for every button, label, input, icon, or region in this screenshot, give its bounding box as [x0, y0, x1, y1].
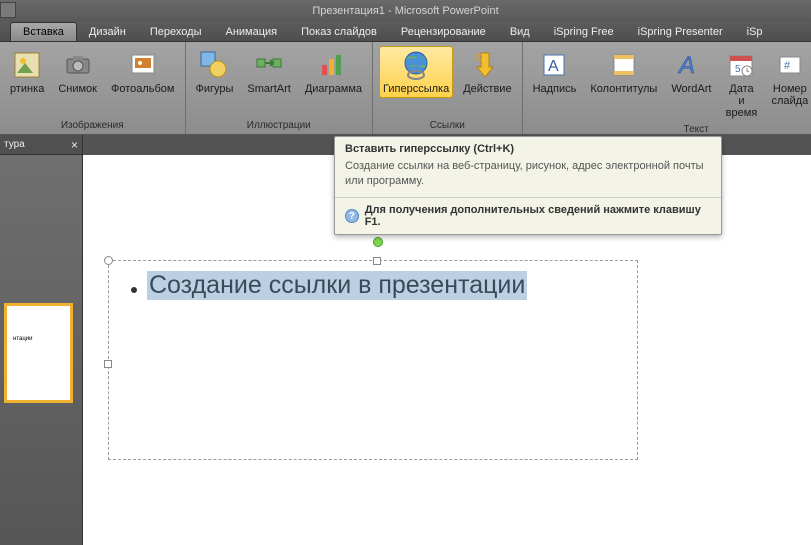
button-photoalbum[interactable]: Фотоальбом — [107, 46, 179, 98]
tab-design[interactable]: Дизайн — [77, 23, 138, 41]
tab-transitions[interactable]: Переходы — [138, 23, 214, 41]
chart-icon — [317, 49, 349, 81]
tab-ispring-free[interactable]: iSpring Free — [542, 23, 626, 41]
tooltip-body: Создание ссылки на веб-страницу, рисунок… — [335, 159, 721, 197]
button-label: Колонтитулы — [590, 83, 657, 95]
button-label: Диаграмма — [305, 83, 362, 95]
outline-pane: тура × нтации — [0, 135, 83, 545]
button-headerfooter[interactable]: Колонтитулы — [586, 46, 661, 98]
tab-animation[interactable]: Анимация — [213, 23, 289, 41]
resize-handle-w[interactable] — [104, 360, 112, 368]
rotate-handle[interactable] — [373, 237, 383, 247]
tab-ispring-presenter[interactable]: iSpring Presenter — [626, 23, 735, 41]
button-textbox[interactable]: A Надпись — [529, 46, 581, 98]
button-label: Фотоальбом — [111, 83, 175, 95]
button-label: Снимок — [58, 83, 97, 95]
tab-insert[interactable]: Вставка — [10, 22, 77, 41]
close-icon[interactable]: × — [71, 138, 78, 152]
tooltip-footer: ? Для получения дополнительных сведений … — [335, 197, 721, 234]
quick-access-toolbar — [0, 2, 16, 18]
title-bar: Презентация1 - Microsoft PowerPoint — [0, 0, 811, 22]
tooltip-footer-text: Для получения дополнительных сведений на… — [365, 204, 711, 228]
tab-review[interactable]: Рецензирование — [389, 23, 498, 41]
outline-tab-label[interactable]: тура — [4, 139, 25, 150]
clipart-icon — [11, 49, 43, 81]
smartart-icon — [253, 49, 285, 81]
info-icon: ? — [345, 209, 359, 223]
button-shapes[interactable]: Фигуры — [192, 46, 238, 98]
group-images: ртинка Снимок Фотоальбом Изображения — [0, 42, 186, 134]
resize-handle-n[interactable] — [373, 257, 381, 265]
button-clipart[interactable]: ртинка — [6, 46, 48, 98]
button-hyperlink[interactable]: Гиперссылка — [379, 46, 453, 98]
group-text: A Надпись Колонтитулы A WordArt 5 Дата и… — [523, 42, 811, 134]
button-slidenumber[interactable]: # Номер слайда — [767, 46, 811, 110]
button-screenshot[interactable]: Снимок — [54, 46, 101, 98]
button-label: Фигуры — [196, 83, 234, 95]
button-label: Гиперссылка — [383, 83, 449, 95]
content-placeholder[interactable]: Создание ссылки в презентации — [108, 260, 638, 460]
tab-slideshow[interactable]: Показ слайдов — [289, 23, 389, 41]
tab-isp-cut[interactable]: iSp — [735, 23, 775, 41]
button-label: WordArt — [671, 83, 711, 95]
button-label: Надпись — [533, 83, 577, 95]
slidenumber-icon: # — [774, 49, 806, 81]
tooltip-hyperlink: Вставить гиперссылку (Ctrl+K) Создание с… — [334, 136, 722, 235]
button-smartart[interactable]: SmartArt — [243, 46, 294, 98]
window-title: Презентация1 - Microsoft PowerPoint — [312, 5, 498, 17]
thumb-text: нтации — [13, 336, 32, 342]
svg-text:5: 5 — [735, 64, 741, 75]
slide-thumbnail[interactable]: нтации — [4, 303, 73, 403]
ribbon-tabs: Вставка Дизайн Переходы Анимация Показ с… — [0, 22, 811, 42]
camera-icon — [62, 49, 94, 81]
button-wordart[interactable]: A WordArt — [667, 46, 715, 98]
group-label-links: Ссылки — [430, 118, 465, 134]
button-label: SmartArt — [247, 83, 290, 95]
qat-item[interactable] — [0, 2, 16, 18]
svg-text:A: A — [548, 58, 559, 75]
tab-view[interactable]: Вид — [498, 23, 542, 41]
selected-text[interactable]: Создание ссылки в презентации — [147, 271, 527, 300]
ribbon: ртинка Снимок Фотоальбом Изображения Фиг… — [0, 42, 811, 135]
photoalbum-icon — [127, 49, 159, 81]
outline-pane-body[interactable]: нтации — [0, 155, 82, 545]
bullet-icon — [131, 287, 137, 293]
action-icon — [471, 49, 503, 81]
group-label-images: Изображения — [61, 118, 124, 134]
group-illustrations: Фигуры SmartArt Диаграмма Иллюстрации — [186, 42, 374, 134]
group-label-illustrations: Иллюстрации — [247, 118, 311, 134]
headerfooter-icon — [608, 49, 640, 81]
svg-text:A: A — [677, 52, 695, 79]
wordart-icon: A — [675, 49, 707, 81]
button-chart[interactable]: Диаграмма — [301, 46, 366, 98]
button-label: Действие — [463, 83, 511, 95]
outline-pane-header: тура × — [0, 135, 82, 155]
button-label: ртинка — [10, 83, 44, 95]
tooltip-title: Вставить гиперссылку (Ctrl+K) — [335, 137, 721, 159]
datetime-icon: 5 — [725, 49, 757, 81]
resize-handle-nw[interactable] — [104, 256, 113, 265]
globe-link-icon — [400, 49, 432, 81]
group-links: Гиперссылка Действие Ссылки — [373, 42, 523, 134]
textbox-icon: A — [538, 49, 570, 81]
button-action[interactable]: Действие — [459, 46, 515, 98]
button-label: Дата и время — [725, 83, 757, 119]
svg-text:#: # — [784, 60, 791, 72]
button-label: Номер слайда — [771, 83, 808, 107]
bullet-list-item[interactable]: Создание ссылки в презентации — [131, 271, 627, 300]
shapes-icon — [198, 49, 230, 81]
button-datetime[interactable]: 5 Дата и время — [721, 46, 761, 122]
